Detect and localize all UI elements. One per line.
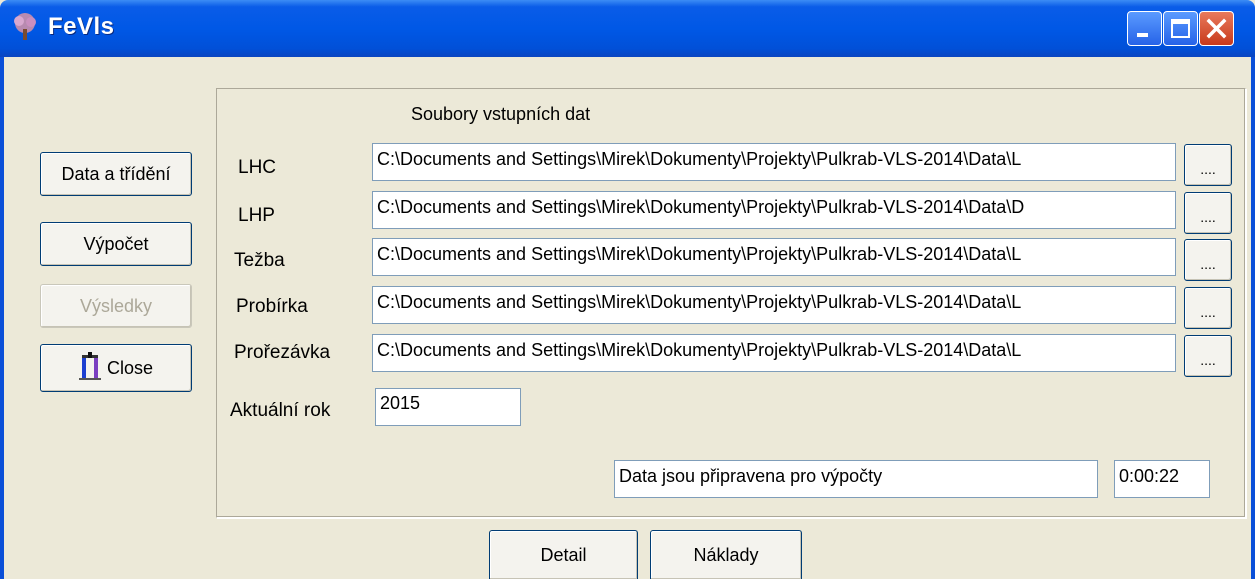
file-label-lhp: LHP xyxy=(238,205,275,226)
close-icon xyxy=(1206,18,1227,39)
file-label-probirka: Probírka xyxy=(236,296,308,317)
browse-button-probirka[interactable]: .... xyxy=(1184,287,1232,329)
results-button[interactable]: Výsledky xyxy=(40,284,192,328)
file-input-tezba[interactable]: C:\Documents and Settings\Mirek\Dokument… xyxy=(372,238,1176,276)
year-input[interactable]: 2015 xyxy=(375,388,521,426)
tree-app-icon xyxy=(14,13,36,40)
file-input-lhc[interactable]: C:\Documents and Settings\Mirek\Dokument… xyxy=(372,143,1176,181)
file-input-prorezavka[interactable]: C:\Documents and Settings\Mirek\Dokument… xyxy=(372,334,1176,372)
file-input-probirka[interactable]: C:\Documents and Settings\Mirek\Dokument… xyxy=(372,286,1176,324)
detail-button[interactable]: Detail xyxy=(489,530,638,579)
maximize-button[interactable] xyxy=(1163,11,1198,46)
window-frame-right xyxy=(1251,57,1255,579)
file-input-lhp[interactable]: C:\Documents and Settings\Mirek\Dokument… xyxy=(372,191,1176,229)
maximize-icon xyxy=(1171,19,1190,38)
browse-button-prorezavka[interactable]: .... xyxy=(1184,335,1232,377)
browse-button-tezba[interactable]: .... xyxy=(1184,239,1232,281)
window-title: FeVls xyxy=(48,13,115,40)
browse-button-lhc[interactable]: .... xyxy=(1184,144,1232,186)
exit-door-icon xyxy=(78,351,101,385)
close-window-button[interactable] xyxy=(1199,11,1234,46)
status-message-field: Data jsou připravena pro výpočty xyxy=(614,460,1098,498)
file-label-tezba: Težba xyxy=(234,250,285,271)
title-bar[interactable]: FeVls xyxy=(0,0,1255,57)
close-button[interactable]: Close xyxy=(40,344,192,392)
calculate-button[interactable]: Výpočet xyxy=(40,222,192,266)
browse-button-lhp[interactable]: .... xyxy=(1184,192,1232,234)
data-sort-button[interactable]: Data a třídění xyxy=(40,152,192,196)
file-label-prorezavka: Prořezávka xyxy=(234,342,331,363)
group-caption: Soubory vstupních dat xyxy=(411,104,591,124)
window-frame-left xyxy=(0,57,4,579)
file-label-lhc: LHC xyxy=(238,157,277,178)
close-button-label: Close xyxy=(106,357,154,378)
minimize-icon xyxy=(1137,33,1148,37)
costs-button[interactable]: Náklady xyxy=(650,530,802,579)
year-label: Aktuální rok xyxy=(230,400,331,421)
elapsed-time-field: 0:00:22 xyxy=(1114,460,1210,498)
minimize-button[interactable] xyxy=(1127,11,1162,46)
